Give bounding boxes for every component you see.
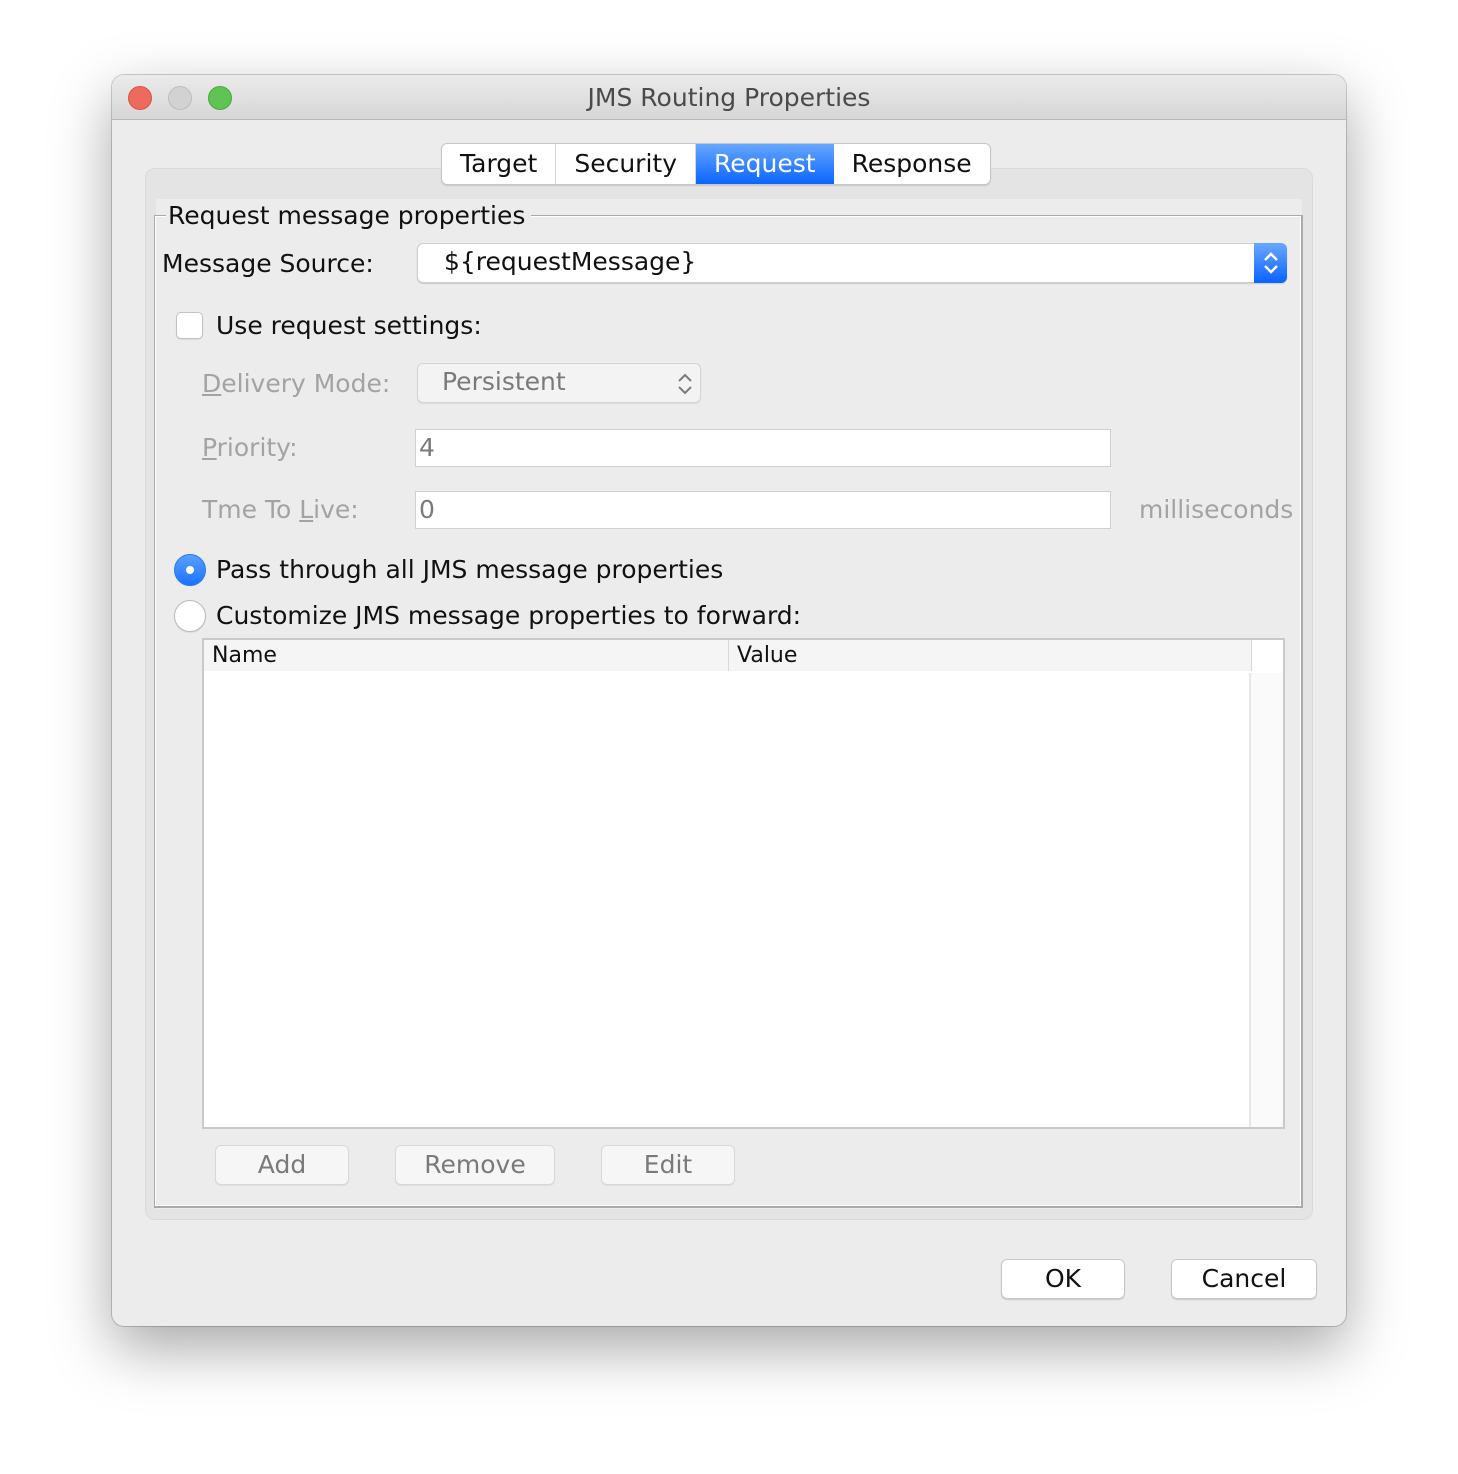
time-to-live-field[interactable]: 0 [415, 491, 1111, 529]
updown-chevron-icon[interactable] [1254, 243, 1287, 283]
tab-security[interactable]: Security [556, 144, 697, 184]
message-source-value: ${requestMessage} [444, 247, 697, 276]
table-header: Name Value [204, 640, 1252, 671]
window-title: JMS Routing Properties [587, 83, 871, 112]
updown-chevron-icon [676, 370, 694, 402]
tab-response[interactable]: Response [834, 144, 990, 184]
tab-target[interactable]: Target [442, 144, 557, 184]
tab-bar: Target Security Request Response [441, 143, 991, 185]
customize-radio[interactable] [174, 600, 206, 632]
customize-label: Customize JMS message properties to forw… [216, 601, 802, 630]
add-button[interactable]: Add [215, 1145, 349, 1185]
ok-button[interactable]: OK [1001, 1259, 1125, 1299]
message-source-combobox[interactable]: ${requestMessage} [417, 243, 1287, 283]
mnemonic: P [202, 433, 217, 462]
mnemonic: L [299, 495, 314, 524]
column-header-value[interactable]: Value [729, 640, 1252, 671]
cancel-button[interactable]: Cancel [1171, 1259, 1317, 1299]
delivery-mode-label: Delivery Mode: [202, 369, 391, 398]
message-source-label: Message Source: [162, 249, 374, 278]
priority-field[interactable]: 4 [415, 429, 1111, 467]
use-request-settings-label: Use request settings: [216, 311, 482, 340]
column-header-name[interactable]: Name [204, 640, 729, 671]
ttl-unit-label: milliseconds [1139, 495, 1294, 524]
delivery-mode-value: Persistent [442, 367, 566, 396]
dialog-window: JMS Routing Properties Target Security R… [112, 75, 1346, 1326]
properties-table[interactable]: Name Value [202, 638, 1285, 1129]
edit-button[interactable]: Edit [601, 1145, 735, 1185]
mnemonic: D [202, 369, 222, 398]
vertical-scrollbar[interactable] [1249, 673, 1283, 1127]
pass-through-label: Pass through all JMS message properties [216, 555, 724, 584]
delivery-mode-select[interactable]: Persistent [417, 363, 701, 403]
time-to-live-label: Tme To Live: [202, 495, 359, 524]
title-bar[interactable]: JMS Routing Properties [112, 75, 1346, 120]
remove-button[interactable]: Remove [395, 1145, 555, 1185]
group-title: Request message properties [166, 201, 532, 230]
pass-through-radio[interactable] [174, 554, 206, 586]
tab-request[interactable]: Request [696, 144, 834, 184]
priority-label: Priority: [202, 433, 298, 462]
use-request-settings-checkbox[interactable] [176, 312, 203, 339]
